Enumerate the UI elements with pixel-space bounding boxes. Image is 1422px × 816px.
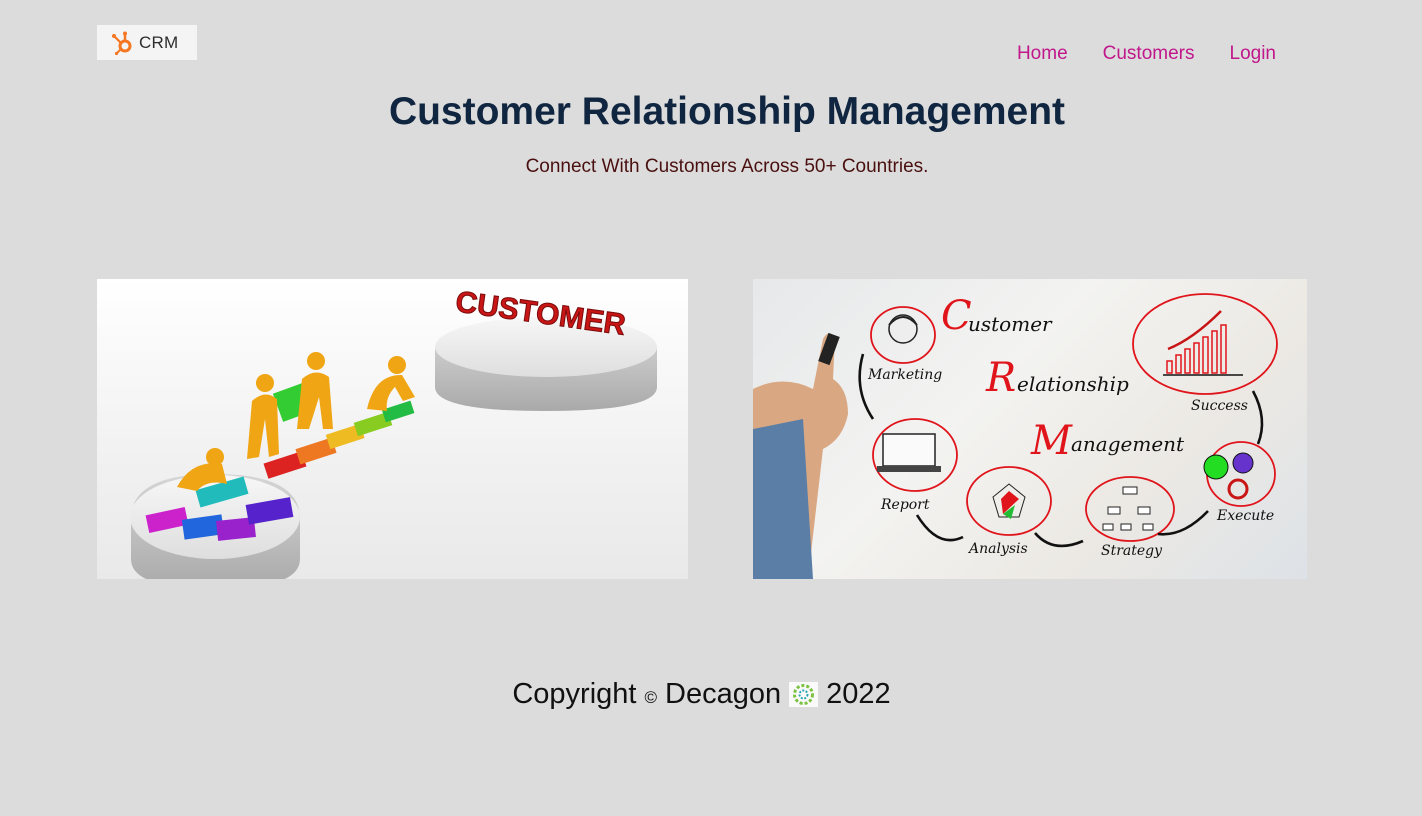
hubspot-sprocket-icon (112, 31, 132, 55)
nav-login-link[interactable]: Login (1230, 43, 1277, 65)
page-title: Customer Relationship Management (388, 90, 1066, 133)
copyright-year: 2022 (826, 678, 891, 710)
step-analysis-label: Analysis (967, 541, 1028, 557)
step-strategy-label: Strategy (1101, 543, 1163, 559)
crm-relationship-word: elationship (1017, 372, 1129, 396)
main-nav: Home Customers Login (1017, 43, 1276, 65)
step-success-label: Success (1191, 398, 1248, 414)
nav-home-link[interactable]: Home (1017, 43, 1068, 65)
step-marketing-label: Marketing (867, 367, 942, 383)
step-execute-label: Execute (1216, 508, 1274, 524)
page-subtitle: Connect With Customers Across 50+ Countr… (525, 156, 929, 177)
crm-customer-word: ustomer (968, 312, 1053, 336)
decagon-logo-icon (789, 682, 819, 707)
step-report-label: Report (880, 497, 930, 513)
headset-icon (888, 314, 918, 344)
copyright-label: Copyright (512, 678, 637, 710)
laptop-icon (877, 433, 941, 472)
crm-m-initial: M (1030, 418, 1073, 464)
copyright-symbol: © (644, 687, 658, 707)
company-name: Decagon (665, 678, 782, 710)
nav-customers-link[interactable]: Customers (1103, 43, 1195, 65)
crm-management-word: anagement (1071, 432, 1185, 456)
crm-r-initial: R (985, 355, 1016, 401)
crm-process-image: C ustomer R elationship M anagement Mark… (753, 279, 1307, 579)
growth-chart-icon (1163, 310, 1243, 376)
customer-puzzle-image: CUSTOMER (97, 279, 688, 579)
logo[interactable]: CRM (97, 25, 197, 60)
logo-text: CRM (139, 32, 179, 52)
org-chart-icon (1102, 486, 1154, 531)
radar-chart-icon (992, 483, 1026, 519)
footer: Copyright © Decagon 2022 (0, 678, 1403, 711)
